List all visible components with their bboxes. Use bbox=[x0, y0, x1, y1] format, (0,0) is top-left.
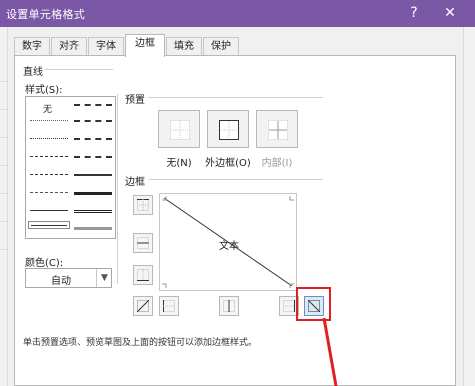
tab-border[interactable]: 边框 bbox=[125, 34, 165, 57]
red-arrow-annotation bbox=[322, 317, 338, 386]
red-arrow-line bbox=[322, 317, 338, 386]
